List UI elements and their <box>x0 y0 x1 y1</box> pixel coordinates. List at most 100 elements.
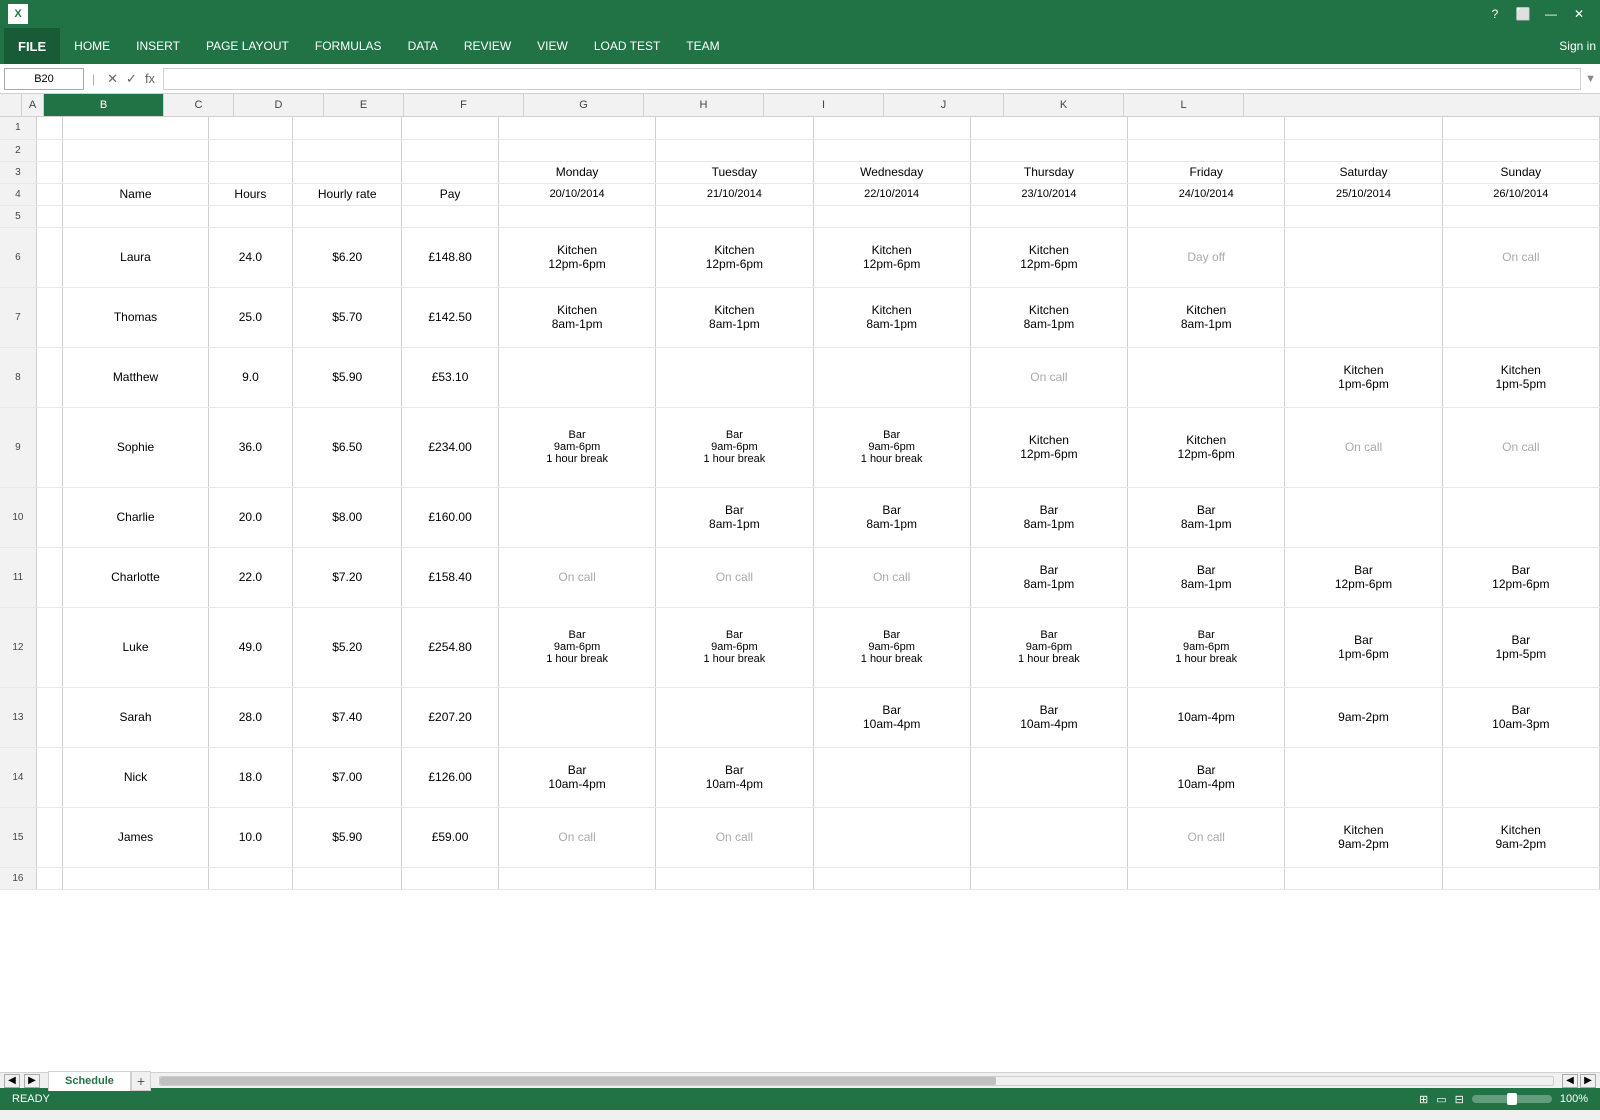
team-menu[interactable]: TEAM <box>674 33 731 59</box>
review-menu[interactable]: REVIEW <box>452 33 523 59</box>
cell-k4-saturday-date[interactable]: 25/10/2014 <box>1285 183 1442 205</box>
cell-d3[interactable] <box>293 161 402 183</box>
cell-e5[interactable] <box>402 205 499 227</box>
cell-h1[interactable] <box>813 117 970 139</box>
cell-k8-sat[interactable]: Kitchen1pm-6pm <box>1285 347 1442 407</box>
cancel-formula-icon[interactable]: ✕ <box>107 71 118 87</box>
cell-k10-sat[interactable] <box>1285 487 1442 547</box>
help-button[interactable]: ? <box>1482 4 1508 24</box>
cell-l9-sun[interactable]: On call <box>1442 407 1599 487</box>
cell-i2[interactable] <box>970 139 1127 161</box>
cell-e4-pay[interactable]: Pay <box>402 183 499 205</box>
cell-g11-tue[interactable]: On call <box>656 547 813 607</box>
cell-e8-pay[interactable]: £53.10 <box>402 347 499 407</box>
cell-b16[interactable] <box>63 867 208 889</box>
scroll-arrows[interactable]: ◀ ▶ <box>1562 1074 1596 1088</box>
col-header-k[interactable]: K <box>1004 94 1124 116</box>
cell-j6-fri[interactable]: Day off <box>1128 227 1285 287</box>
cell-a12[interactable] <box>36 607 63 687</box>
cell-a6[interactable] <box>36 227 63 287</box>
h-scrollbar[interactable] <box>159 1076 1554 1086</box>
cell-d11-rate[interactable]: $7.20 <box>293 547 402 607</box>
cell-g7-tue[interactable]: Kitchen8am-1pm <box>656 287 813 347</box>
cell-j8-fri[interactable] <box>1128 347 1285 407</box>
cell-j7-fri[interactable]: Kitchen8am-1pm <box>1128 287 1285 347</box>
cell-i7-thu[interactable]: Kitchen8am-1pm <box>970 287 1127 347</box>
cell-k3[interactable]: Saturday <box>1285 161 1442 183</box>
cell-j2[interactable] <box>1128 139 1285 161</box>
cell-g4-tuesday-date[interactable]: 21/10/2014 <box>656 183 813 205</box>
view-normal-icon[interactable]: ⊞ <box>1419 1093 1428 1106</box>
cell-e15-pay[interactable]: £59.00 <box>402 807 499 867</box>
cell-k11-sat[interactable]: Bar12pm-6pm <box>1285 547 1442 607</box>
cell-g6-tue[interactable]: Kitchen12pm-6pm <box>656 227 813 287</box>
cell-k15-sat[interactable]: Kitchen9am-2pm <box>1285 807 1442 867</box>
cell-i10-thu[interactable]: Bar8am-1pm <box>970 487 1127 547</box>
cell-l7-sun[interactable] <box>1442 287 1599 347</box>
cell-b8-name[interactable]: Matthew <box>63 347 208 407</box>
cell-k2[interactable] <box>1285 139 1442 161</box>
cell-c11-hours[interactable]: 22.0 <box>208 547 293 607</box>
cell-b12-name[interactable]: Luke <box>63 607 208 687</box>
cell-a3[interactable] <box>36 161 63 183</box>
cell-h10-wed[interactable]: Bar8am-1pm <box>813 487 970 547</box>
cell-f11-mon[interactable]: On call <box>498 547 655 607</box>
cell-i15-thu[interactable] <box>970 807 1127 867</box>
cell-l16[interactable] <box>1442 867 1599 889</box>
col-header-h[interactable]: H <box>644 94 764 116</box>
cell-c3[interactable] <box>208 161 293 183</box>
insert-menu[interactable]: INSERT <box>124 33 192 59</box>
cell-g13-tue[interactable] <box>656 687 813 747</box>
cell-d1[interactable] <box>293 117 402 139</box>
cell-c9-hours[interactable]: 36.0 <box>208 407 293 487</box>
zoom-slider[interactable] <box>1472 1095 1552 1103</box>
scroll-left-button[interactable]: ◀ <box>1562 1074 1578 1088</box>
cell-j10-fri[interactable]: Bar8am-1pm <box>1128 487 1285 547</box>
cell-f14-mon[interactable]: Bar10am-4pm <box>498 747 655 807</box>
cell-i8-thu[interactable]: On call <box>970 347 1127 407</box>
file-menu[interactable]: FILE <box>4 28 60 64</box>
cell-k5[interactable] <box>1285 205 1442 227</box>
col-header-c[interactable]: C <box>164 94 234 116</box>
cell-b3[interactable] <box>63 161 208 183</box>
cell-d13-rate[interactable]: $7.40 <box>293 687 402 747</box>
cell-c10-hours[interactable]: 20.0 <box>208 487 293 547</box>
home-menu[interactable]: HOME <box>62 33 122 59</box>
formulas-menu[interactable]: FORMULAS <box>303 33 394 59</box>
cell-a13[interactable] <box>36 687 63 747</box>
cell-h14-wed[interactable] <box>813 747 970 807</box>
cell-g5[interactable] <box>656 205 813 227</box>
cell-h15-wed[interactable] <box>813 807 970 867</box>
cell-f1[interactable] <box>498 117 655 139</box>
cell-j11-fri[interactable]: Bar8am-1pm <box>1128 547 1285 607</box>
cell-g1[interactable] <box>656 117 813 139</box>
cell-e6-pay[interactable]: £148.80 <box>402 227 499 287</box>
cell-h12-wed[interactable]: Bar9am-6pm1 hour break <box>813 607 970 687</box>
cell-j16[interactable] <box>1128 867 1285 889</box>
sign-in[interactable]: Sign in <box>1559 39 1596 53</box>
minimize-button[interactable]: — <box>1538 4 1564 24</box>
cell-l14-sun[interactable] <box>1442 747 1599 807</box>
cell-k16[interactable] <box>1285 867 1442 889</box>
cell-c1[interactable] <box>208 117 293 139</box>
cell-a11[interactable] <box>36 547 63 607</box>
cell-h9-wed[interactable]: Bar9am-6pm1 hour break <box>813 407 970 487</box>
cell-j14-fri[interactable]: Bar10am-4pm <box>1128 747 1285 807</box>
cell-e1[interactable] <box>402 117 499 139</box>
cell-j12-fri[interactable]: Bar9am-6pm1 hour break <box>1128 607 1285 687</box>
cell-h4-wednesday-date[interactable]: 22/10/2014 <box>813 183 970 205</box>
cell-b6-name[interactable]: Laura <box>63 227 208 287</box>
cell-k9-sat[interactable]: On call <box>1285 407 1442 487</box>
cell-f15-mon[interactable]: On call <box>498 807 655 867</box>
cell-i9-thu[interactable]: Kitchen12pm-6pm <box>970 407 1127 487</box>
cell-d7-rate[interactable]: $5.70 <box>293 287 402 347</box>
h-scrollbar-thumb[interactable] <box>160 1077 996 1085</box>
cell-d15-rate[interactable]: $5.90 <box>293 807 402 867</box>
zoom-slider-thumb[interactable] <box>1507 1093 1517 1105</box>
cell-h5[interactable] <box>813 205 970 227</box>
insert-function-icon[interactable]: fx <box>145 71 155 87</box>
cell-a4[interactable] <box>36 183 63 205</box>
cell-l4-sunday-date[interactable]: 26/10/2014 <box>1442 183 1599 205</box>
cell-d8-rate[interactable]: $5.90 <box>293 347 402 407</box>
cell-i14-thu[interactable] <box>970 747 1127 807</box>
